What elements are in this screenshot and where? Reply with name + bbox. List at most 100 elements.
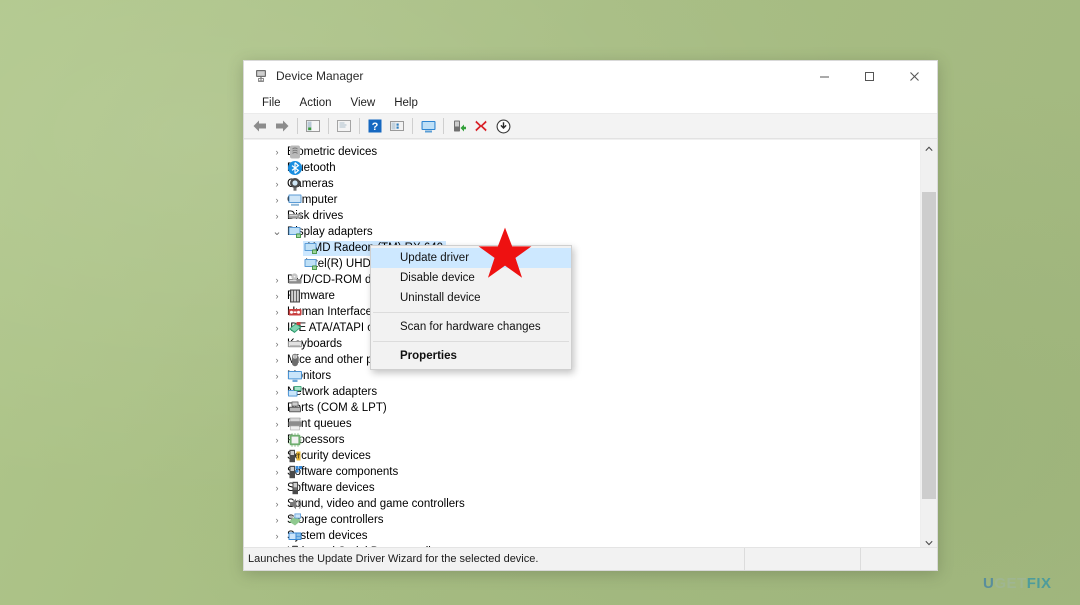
- chevron-right-icon[interactable]: ›: [271, 208, 283, 224]
- chevron-right-icon[interactable]: ›: [271, 304, 283, 320]
- status-panel-3: [861, 548, 937, 570]
- menu-action[interactable]: Action: [291, 95, 341, 111]
- device-manager-window: Device Manager File Action View Help ? ›…: [243, 60, 938, 571]
- tree-item[interactable]: › System devices: [244, 528, 920, 544]
- toolbar-scan-hardware-button[interactable]: [417, 116, 439, 136]
- tree-item[interactable]: › Keyboards: [244, 336, 920, 352]
- tree-item[interactable]: › Cameras: [244, 176, 920, 192]
- device-tree-panel: › Biometric devices › Bluetooth › Cameras › Com…: [244, 139, 937, 551]
- toolbar-console-tree-button[interactable]: [302, 116, 324, 136]
- tree-item[interactable]: › Storage controllers: [244, 512, 920, 528]
- toolbar-uninstall-device-button[interactable]: [470, 116, 492, 136]
- keyboard-icon: [288, 341, 302, 348]
- minimize-icon: [820, 76, 829, 77]
- tree-item[interactable]: › Ports (COM & LPT): [244, 400, 920, 416]
- software-device-icon: [292, 481, 298, 495]
- tree-item[interactable]: › Firmware: [244, 288, 920, 304]
- biometric-device-icon: [290, 145, 300, 159]
- toolbar-separator: [412, 118, 413, 134]
- chevron-right-icon[interactable]: ›: [271, 288, 283, 304]
- close-button[interactable]: [892, 61, 937, 91]
- monitor-icon: [288, 371, 302, 382]
- chevron-right-icon[interactable]: ›: [271, 352, 283, 368]
- dvd-drive-icon: [288, 273, 302, 284]
- chevron-right-icon[interactable]: ›: [271, 528, 283, 544]
- hid-icon: [288, 309, 302, 316]
- tree-item-label: Sound, video and game controllers: [287, 497, 465, 510]
- context-menu[interactable]: Update driver Disable device Uninstall dev…: [370, 245, 572, 370]
- context-menu-item[interactable]: Disable device: [371, 268, 571, 288]
- chevron-right-icon[interactable]: ›: [271, 512, 283, 528]
- toolbar-forward-button[interactable]: [271, 116, 293, 136]
- chevron-right-icon[interactable]: ›: [271, 384, 283, 400]
- tree-item[interactable]: › Disk drives: [244, 208, 920, 224]
- window-title: Device Manager: [276, 69, 364, 83]
- camera-icon: [290, 178, 300, 191]
- maximize-button[interactable]: [847, 61, 892, 91]
- context-menu-item[interactable]: Uninstall device: [371, 288, 571, 308]
- toolbar-update-driver-button[interactable]: [386, 116, 408, 136]
- minimize-button[interactable]: [802, 61, 847, 91]
- chevron-right-icon[interactable]: ›: [271, 160, 283, 176]
- toolbar-properties-button[interactable]: [333, 116, 355, 136]
- tree-item[interactable]: › Security devices: [244, 448, 920, 464]
- tree-item[interactable]: › Bluetooth: [244, 160, 920, 176]
- help-icon: ?: [368, 119, 382, 133]
- device-tree[interactable]: › Biometric devices › Bluetooth › Cameras › Com…: [244, 140, 920, 551]
- status-panel-2: [745, 548, 861, 570]
- vertical-scrollbar[interactable]: [920, 140, 937, 551]
- chevron-right-icon[interactable]: ›: [271, 448, 283, 464]
- chevron-right-icon[interactable]: ›: [271, 320, 283, 336]
- tree-item[interactable]: › Network adapters: [244, 384, 920, 400]
- tree-item[interactable]: › Human Interface Devices: [244, 304, 920, 320]
- tree-item[interactable]: › Processors: [244, 432, 920, 448]
- scan-for-hardware-changes-icon: [421, 120, 435, 132]
- display-adapter-icon: [288, 227, 301, 238]
- tree-item[interactable]: › Sound, video and game controllers: [244, 496, 920, 512]
- tree-item[interactable]: › Mice and other pointing devices: [244, 352, 920, 368]
- tree-item[interactable]: › Monitors: [244, 368, 920, 384]
- storage-controller-icon: [289, 513, 301, 526]
- menu-help[interactable]: Help: [385, 95, 427, 111]
- menu-view[interactable]: View: [342, 95, 385, 111]
- watermark-fix: FIX: [1026, 575, 1052, 592]
- security-device-icon: [289, 449, 301, 463]
- tree-item[interactable]: AMD Radeon (TM) RX 640: [244, 240, 920, 256]
- toolbar-help-button[interactable]: ?: [364, 116, 386, 136]
- tree-item[interactable]: › DVD/CD-ROM drives: [244, 272, 920, 288]
- chevron-right-icon[interactable]: ›: [271, 400, 283, 416]
- context-menu-item[interactable]: Properties: [371, 346, 571, 366]
- tree-item[interactable]: Intel(R) UHD Graphics: [244, 256, 920, 272]
- tree-item[interactable]: › Software devices: [244, 480, 920, 496]
- scrollbar-thumb[interactable]: [922, 192, 936, 499]
- context-menu-separator: [373, 341, 569, 342]
- tree-item[interactable]: › Computer: [244, 192, 920, 208]
- chevron-right-icon[interactable]: ›: [271, 192, 283, 208]
- tree-item[interactable]: › Print queues: [244, 416, 920, 432]
- chevron-right-icon[interactable]: ›: [271, 464, 283, 480]
- chevron-right-icon[interactable]: ›: [271, 368, 283, 384]
- chevron-right-icon[interactable]: ›: [271, 176, 283, 192]
- tree-item[interactable]: › IDE ATA/ATAPI controllers: [244, 320, 920, 336]
- chevron-right-icon[interactable]: ›: [271, 144, 283, 160]
- chevron-right-icon[interactable]: ›: [271, 432, 283, 448]
- bluetooth-icon: [288, 161, 302, 175]
- tree-item[interactable]: ⌄ Display adapters: [244, 224, 920, 240]
- tree-item[interactable]: › Biometric devices: [244, 144, 920, 160]
- processor-icon: [288, 433, 302, 447]
- context-menu-item[interactable]: Update driver: [371, 248, 571, 268]
- toolbar-enable-device-button[interactable]: [448, 116, 470, 136]
- chevron-right-icon[interactable]: ›: [271, 336, 283, 352]
- tree-item[interactable]: › Software components: [244, 464, 920, 480]
- display-adapter-icon: [304, 259, 317, 270]
- toolbar-back-button[interactable]: [249, 116, 271, 136]
- context-menu-item[interactable]: Scan for hardware changes: [371, 317, 571, 337]
- menu-file[interactable]: File: [253, 95, 290, 111]
- chevron-down-icon[interactable]: ⌄: [271, 226, 283, 238]
- chevron-right-icon[interactable]: ›: [271, 416, 283, 432]
- chevron-right-icon[interactable]: ›: [271, 496, 283, 512]
- toolbar-download-button[interactable]: [492, 116, 514, 136]
- scroll-up-button[interactable]: [921, 140, 937, 157]
- chevron-right-icon[interactable]: ›: [271, 480, 283, 496]
- chevron-right-icon[interactable]: ›: [271, 272, 283, 288]
